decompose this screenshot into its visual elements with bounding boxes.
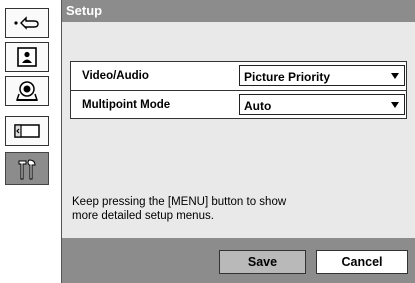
tools-icon	[14, 156, 40, 182]
video-audio-select[interactable]: Picture Priority	[239, 65, 405, 86]
multipoint-mode-select[interactable]: Auto	[239, 94, 405, 115]
sidebar-item-return[interactable]	[5, 8, 49, 38]
help-text-line: Keep pressing the [MENU] button to show	[72, 196, 287, 208]
return-icon	[12, 13, 42, 33]
sidebar-item-setup[interactable]	[5, 152, 49, 185]
screen-icon	[13, 122, 41, 140]
video-audio-value: Picture Priority	[244, 70, 331, 84]
cancel-button[interactable]: Cancel	[316, 250, 408, 274]
camera-icon	[14, 79, 40, 103]
setting-label-video-audio: Video/Audio	[82, 70, 149, 82]
dropdown-arrow-icon	[391, 73, 399, 79]
setting-label-multipoint-mode: Multipoint Mode	[82, 99, 171, 111]
sidebar-item-display[interactable]	[5, 116, 49, 146]
multipoint-mode-value: Auto	[244, 99, 272, 113]
save-button[interactable]: Save	[219, 250, 306, 274]
help-text-line: more detailed setup menus.	[72, 210, 214, 222]
button-bar: Save Cancel	[62, 238, 415, 283]
help-text: Keep pressing the [MENU] button to show …	[72, 195, 342, 223]
title-bar: Setup	[62, 0, 415, 22]
person-portrait-icon	[16, 46, 38, 68]
page-title: Setup	[66, 3, 103, 18]
setting-row-multipoint-mode: Multipoint Mode Auto	[71, 91, 406, 119]
setting-row-video-audio: Video/Audio Picture Priority	[71, 62, 406, 91]
setup-panel: Setup Video/Audio Picture Priority Multi…	[61, 0, 415, 283]
sidebar-item-camera[interactable]	[5, 76, 49, 106]
settings-list: Video/Audio Picture Priority Multipoint …	[70, 61, 407, 119]
dropdown-arrow-icon	[391, 102, 399, 108]
sidebar-item-profile[interactable]	[5, 42, 49, 72]
sidebar	[0, 0, 56, 283]
